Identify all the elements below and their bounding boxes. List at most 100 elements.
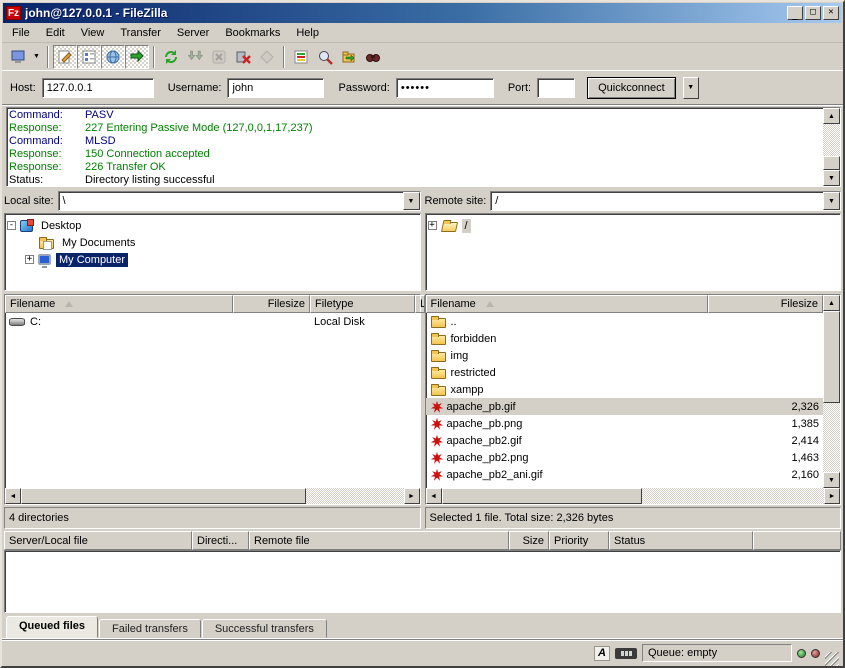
remote-file-row-selected[interactable]: apache_pb.gif 2,326 [426, 398, 824, 415]
search-icon[interactable] [361, 45, 385, 69]
remote-file-row[interactable]: forbidden [426, 330, 824, 347]
quickconnect-dropdown-icon[interactable]: ▼ [683, 77, 699, 99]
remote-file-row[interactable]: apache_pb.png 1,385 [426, 415, 824, 432]
process-queue-icon[interactable] [183, 45, 207, 69]
scrollbar-thumb[interactable] [823, 311, 840, 403]
scrollbar-thumb[interactable] [442, 488, 642, 504]
toggle-queue-icon[interactable] [125, 45, 149, 69]
sync-browsing-icon[interactable] [337, 45, 361, 69]
chevron-down-icon[interactable]: ▼ [823, 192, 840, 210]
expand-icon[interactable]: + [428, 221, 437, 230]
column-server-local-file[interactable]: Server/Local file [4, 531, 192, 550]
column-status[interactable]: Status [609, 531, 753, 550]
remote-horizontal-scrollbar[interactable]: ◄ ► [426, 488, 841, 504]
remote-site-combo[interactable]: / ▼ [490, 191, 841, 211]
remote-file-row[interactable]: apache_pb2.gif 2,414 [426, 432, 824, 449]
toggle-remote-tree-icon[interactable] [101, 45, 125, 69]
maximize-button[interactable]: □ [805, 6, 821, 20]
tree-item-desktop[interactable]: - Desktop [7, 217, 420, 234]
collapse-icon[interactable]: - [7, 221, 16, 230]
column-truncated[interactable]: L [415, 295, 425, 313]
refresh-icon[interactable] [159, 45, 183, 69]
toggle-log-icon[interactable] [53, 45, 77, 69]
menu-server[interactable]: Server [169, 25, 217, 41]
column-filetype[interactable]: Filetype [310, 295, 415, 313]
scroll-up-icon[interactable]: ▲ [823, 108, 840, 124]
menu-file[interactable]: File [4, 25, 38, 41]
host-input[interactable] [42, 78, 154, 98]
tree-item-root[interactable]: + / [428, 217, 841, 234]
quickconnect-button[interactable]: Quickconnect [587, 77, 676, 99]
remote-file-row[interactable]: img [426, 347, 824, 364]
scroll-right-icon[interactable]: ► [404, 488, 420, 504]
column-size[interactable]: Size [509, 531, 549, 550]
menu-transfer[interactable]: Transfer [112, 25, 169, 41]
chevron-down-icon[interactable]: ▼ [403, 192, 420, 210]
queue-body[interactable] [4, 550, 841, 613]
resize-grip[interactable] [825, 652, 839, 666]
remote-file-row[interactable]: .. [426, 313, 824, 330]
tab-successful-transfers[interactable]: Successful transfers [202, 619, 327, 638]
scrollbar-thumb[interactable] [21, 488, 306, 504]
port-input[interactable] [537, 78, 575, 98]
remote-vertical-scrollbar[interactable]: ▲ ▼ [823, 295, 840, 488]
site-manager-icon[interactable] [6, 45, 30, 69]
local-tree: - Desktop My Documents + My Computer [4, 213, 421, 291]
cancel-icon[interactable] [207, 45, 231, 69]
remote-site-bar: Remote site: / ▼ [425, 191, 842, 211]
tab-failed-transfers[interactable]: Failed transfers [99, 619, 201, 638]
scroll-left-icon[interactable]: ◄ [5, 488, 21, 504]
log-line: Command:MLSD [9, 135, 823, 148]
expand-icon[interactable]: + [25, 255, 34, 264]
local-file-row[interactable]: C: Local Disk [5, 313, 420, 330]
toggle-local-tree-icon[interactable] [77, 45, 101, 69]
local-site-combo[interactable]: \ ▼ [58, 191, 421, 211]
scroll-down-icon[interactable]: ▼ [823, 170, 840, 186]
site-manager-dropdown-icon[interactable]: ▼ [30, 45, 43, 69]
local-list-body: C: Local Disk [5, 313, 420, 488]
local-horizontal-scrollbar[interactable]: ◄ ► [5, 488, 420, 504]
scroll-up-icon[interactable]: ▲ [823, 295, 840, 311]
image-file-icon [430, 451, 444, 465]
remote-file-row[interactable]: apache_pb2.png 1,463 [426, 449, 824, 466]
column-filename[interactable]: Filename [5, 295, 233, 313]
scroll-down-icon[interactable]: ▼ [823, 472, 840, 488]
reconnect-icon[interactable] [255, 45, 279, 69]
remote-site-label: Remote site: [425, 195, 487, 207]
column-filename[interactable]: Filename [426, 295, 708, 313]
column-priority[interactable]: Priority [549, 531, 609, 550]
message-log-wrap: Command:PASV Response:227 Entering Passi… [2, 105, 843, 189]
my-documents-icon [39, 239, 54, 249]
tree-item-my-computer[interactable]: + My Computer [25, 251, 420, 268]
menu-edit[interactable]: Edit [38, 25, 73, 41]
column-filesize[interactable]: Filesize [708, 295, 824, 313]
message-log: Command:PASV Response:227 Entering Passi… [6, 107, 841, 187]
compare-icon[interactable] [313, 45, 337, 69]
disconnect-icon[interactable] [231, 45, 255, 69]
column-remote-file[interactable]: Remote file [249, 531, 509, 550]
tree-item-my-documents[interactable]: My Documents [25, 234, 420, 251]
titlebar[interactable]: Fz john@127.0.0.1 - FileZilla _ □ ✕ [3, 3, 842, 23]
close-button[interactable]: ✕ [823, 6, 839, 20]
password-input[interactable] [396, 78, 494, 98]
menu-view[interactable]: View [73, 25, 113, 41]
column-direction[interactable]: Directi... [192, 531, 249, 550]
remote-file-row[interactable]: xampp [426, 381, 824, 398]
menu-help[interactable]: Help [288, 25, 327, 41]
scrollbar-thumb[interactable] [823, 156, 840, 170]
log-line: Response:227 Entering Passive Mode (127,… [9, 122, 823, 135]
menu-bookmarks[interactable]: Bookmarks [217, 25, 288, 41]
open-folder-icon [440, 222, 457, 232]
remote-file-row[interactable]: apache_pb2_ani.gif 2,160 [426, 466, 824, 483]
scroll-left-icon[interactable]: ◄ [426, 488, 442, 504]
remote-file-row[interactable]: restricted [426, 364, 824, 381]
column-filesize[interactable]: Filesize [233, 295, 310, 313]
scroll-right-icon[interactable]: ► [824, 488, 840, 504]
minimize-button[interactable]: _ [787, 6, 803, 20]
filter-icon[interactable] [289, 45, 313, 69]
tab-queued-files[interactable]: Queued files [6, 616, 98, 638]
remote-tree: + / [425, 213, 842, 291]
log-vertical-scrollbar[interactable]: ▲ ▼ [823, 108, 840, 186]
username-input[interactable] [227, 78, 324, 98]
local-file-list: Filename Filesize Filetype L C: Local Di… [4, 294, 421, 505]
